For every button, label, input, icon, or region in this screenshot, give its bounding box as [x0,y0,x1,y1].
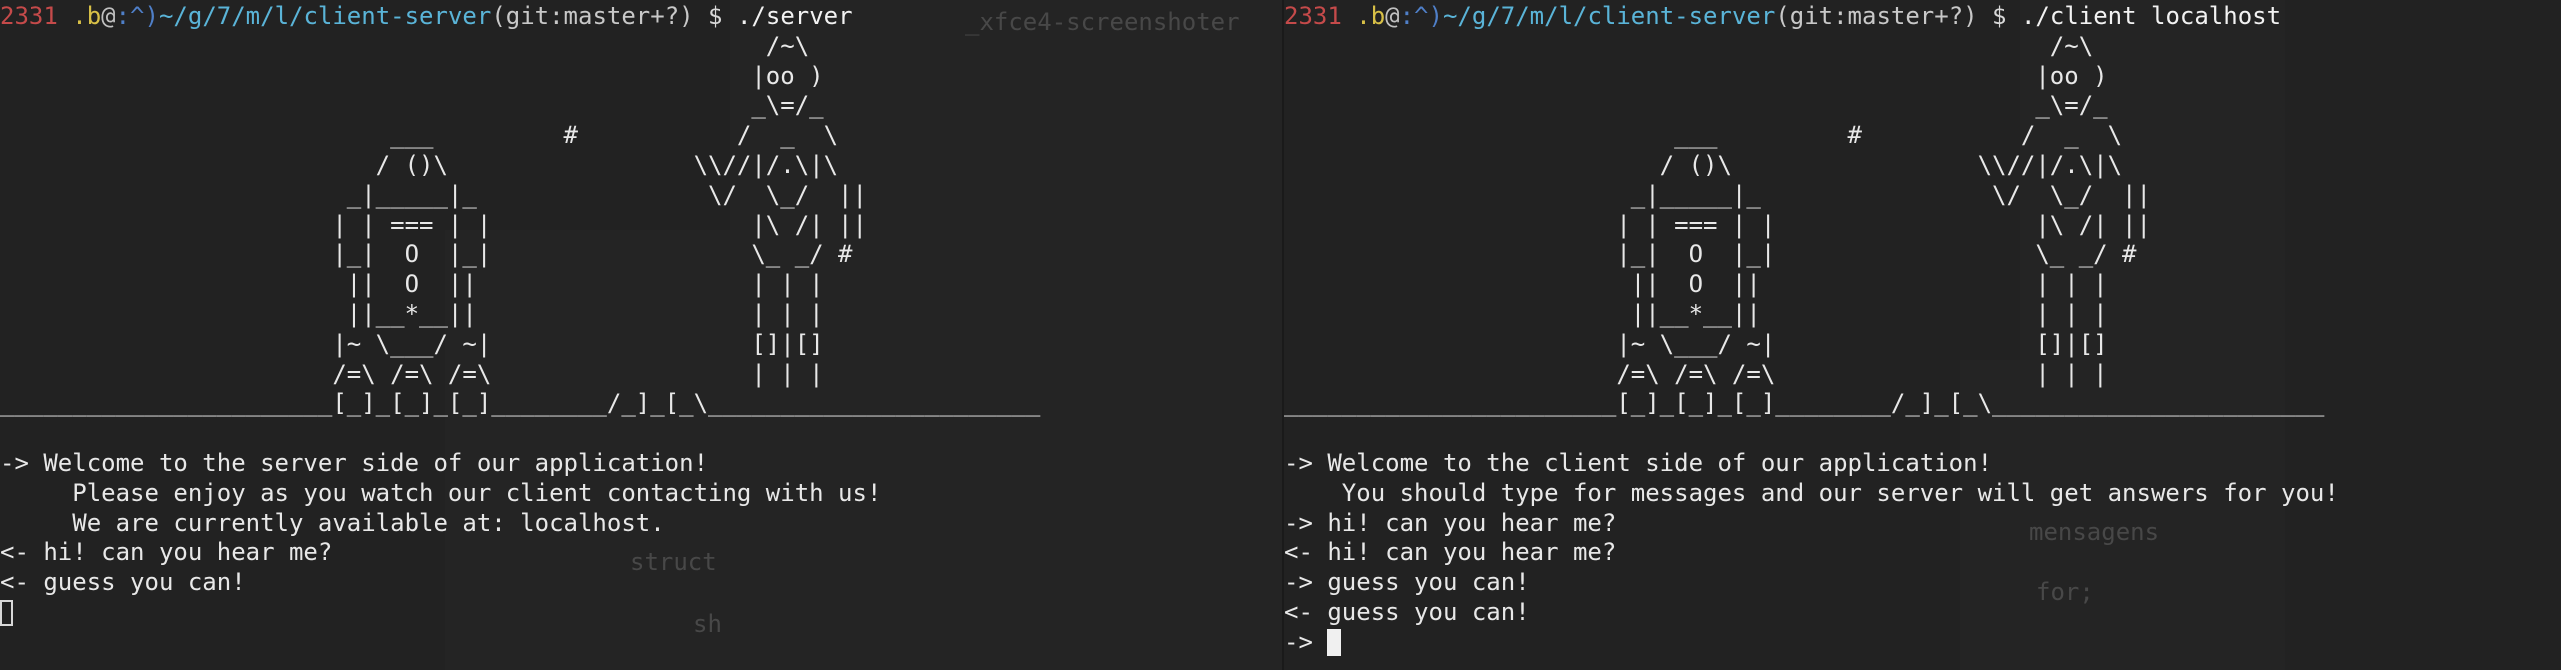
prompt-path: ~/g/7/m/l/client-server [158,2,492,30]
terminal-output: 2331 .b@:^)~/g/7/m/l/client-server(git:m… [0,2,1040,628]
prompt-history-number: 2331 [0,2,58,30]
ascii-art-robots: /~\ |oo ) _\=/_ ___ # / _ \ / ()\ \\//|/… [1284,31,2325,418]
ascii-art-robots: /~\ |oo ) _\=/_ ___ # / _ \ / ()\ \\//|/… [0,31,1041,418]
prompt-mode: :^) [115,2,159,30]
prompt-user: .b [57,2,102,30]
terminal-message: -> guess you can! [1284,568,1530,597]
terminal-message: <- hi! can you hear me? [1284,538,1617,567]
terminal-message: <- guess you can! [1284,597,1530,626]
terminal-message: <- guess you can! [0,568,246,597]
prompt-git-status: (git:master+?) [1775,2,1978,30]
prompt-git-status: (git:master+?) [491,2,694,30]
terminal-output: 2331 .b@:^)~/g/7/m/l/client-server(git:m… [1284,2,2339,658]
terminal-message: -> Welcome to the server side of our app… [0,448,709,477]
prompt-history-number: 2331 [1284,2,1342,30]
terminal-cursor[interactable] [0,599,13,626]
terminal-message: <- hi! can you hear me? [0,538,333,567]
server-terminal-pane[interactable]: _xfce4-screenshoter struct sh 2331 .b@:^… [0,0,1282,670]
terminal-message: You should type for messages and our ser… [1284,478,2339,507]
prompt-at: @ [1385,2,1400,30]
prompt-dollar: $ [1977,2,2021,30]
prompt-dollar: $ [693,2,737,30]
prompt-mode: :^) [1399,2,1443,30]
input-prompt: -> [1284,627,1328,656]
prompt-command: ./client localhost [2020,2,2282,30]
prompt-user: .b [1341,2,1386,30]
terminal-message: -> Welcome to the client side of our app… [1284,448,1993,477]
terminal-message: -> hi! can you hear me? [1284,508,1617,537]
terminal-cursor[interactable] [1327,628,1342,656]
shell-prompt: 2331 .b@:^)~/g/7/m/l/client-server(git:m… [0,2,1040,32]
shell-prompt: 2331 .b@:^)~/g/7/m/l/client-server(git:m… [1284,2,2339,32]
terminal-message: Please enjoy as you watch our client con… [0,478,882,507]
terminal-message: We are currently available at: localhost… [0,508,665,537]
prompt-at: @ [101,2,116,30]
client-terminal-pane[interactable]: mensagens for; 2331 .b@:^)~/g/7/m/l/clie… [1284,0,2561,670]
prompt-path: ~/g/7/m/l/client-server [1442,2,1776,30]
prompt-command: ./server [736,2,853,30]
